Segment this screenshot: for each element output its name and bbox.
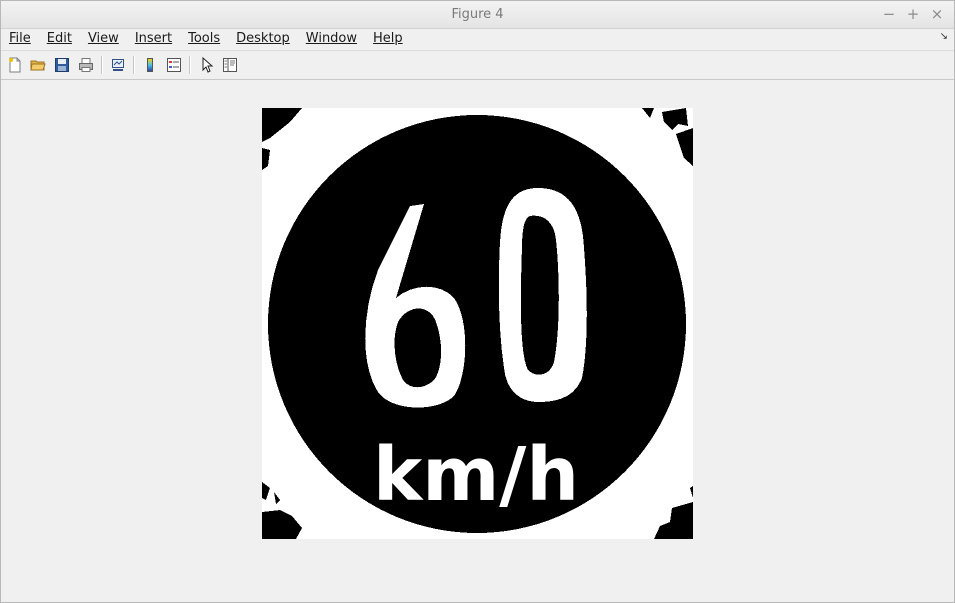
figure-window: Figure 4 − + × File Edit View Insert Too… xyxy=(0,0,955,603)
menu-view[interactable]: View xyxy=(80,30,127,48)
menu-view-label: View xyxy=(87,31,119,46)
save-disk-icon xyxy=(55,58,69,72)
pointer-arrow-icon xyxy=(202,57,214,73)
menu-insert-label: Insert xyxy=(134,31,173,46)
dock-arrow-icon[interactable]: ↘ xyxy=(940,31,948,42)
save-figure-button[interactable] xyxy=(52,55,72,75)
menu-insert[interactable]: Insert xyxy=(127,30,180,48)
menu-edit-label: Edit xyxy=(46,31,72,46)
legend-icon xyxy=(167,58,181,72)
printer-icon xyxy=(79,58,93,72)
menu-bar: File Edit View Insert Tools Desktop Wind… xyxy=(1,29,954,49)
menu-file[interactable]: File xyxy=(1,30,39,48)
binary-speed-sign-image: km/h xyxy=(262,108,693,539)
insert-legend-button[interactable] xyxy=(164,55,184,75)
plot-tools-icon xyxy=(223,58,237,72)
minimize-button[interactable]: − xyxy=(880,5,898,23)
menu-window[interactable]: Window xyxy=(298,30,365,48)
insert-colorbar-button[interactable] xyxy=(140,55,160,75)
window-controls: − + × xyxy=(880,5,946,23)
menu-help-label: Help xyxy=(373,31,403,46)
show-plot-tools-button[interactable] xyxy=(220,55,240,75)
close-button[interactable]: × xyxy=(928,5,946,23)
link-plot-icon xyxy=(112,59,124,71)
window-title: Figure 4 xyxy=(451,7,504,22)
open-file-button[interactable] xyxy=(28,55,48,75)
menu-desktop[interactable]: Desktop xyxy=(228,30,298,48)
new-figure-button[interactable] xyxy=(5,55,25,75)
link-plot-button[interactable] xyxy=(108,55,128,75)
menu-tools[interactable]: Tools xyxy=(180,30,228,48)
toolbar-separator xyxy=(133,56,135,74)
folder-open-icon xyxy=(30,60,46,71)
menu-tools-label: Tools xyxy=(188,31,221,46)
menu-edit[interactable]: Edit xyxy=(39,30,80,48)
toolbar-separator xyxy=(101,56,103,74)
new-document-icon xyxy=(9,57,21,73)
colorbar-icon xyxy=(147,58,153,72)
edit-plot-button[interactable] xyxy=(197,55,217,75)
print-figure-button[interactable] xyxy=(76,55,96,75)
toolbar-separator xyxy=(189,56,191,74)
menu-window-label: Window xyxy=(305,31,358,46)
sign-unit-text: km/h xyxy=(373,432,579,518)
figure-toolbar xyxy=(1,50,954,80)
figure-canvas[interactable]: km/h xyxy=(1,80,954,602)
menu-file-label: File xyxy=(9,31,31,46)
menu-desktop-label: Desktop xyxy=(236,31,290,46)
maximize-button[interactable]: + xyxy=(904,5,922,23)
menu-help[interactable]: Help xyxy=(365,30,411,48)
title-bar[interactable]: Figure 4 − + × xyxy=(1,1,954,29)
